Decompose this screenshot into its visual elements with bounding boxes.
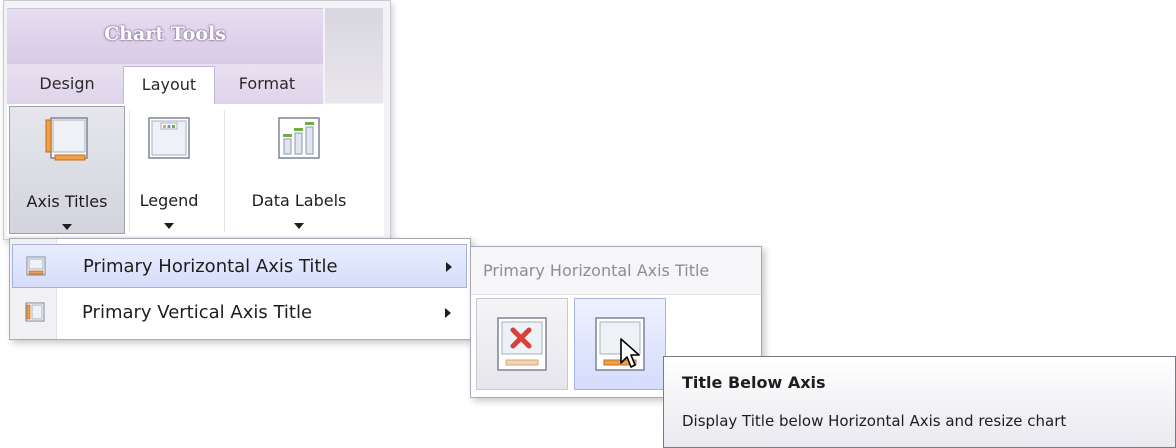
vertical-axis-title-icon (25, 302, 45, 322)
menu-item-label: Primary Horizontal Axis Title (83, 256, 338, 277)
group-separator (129, 110, 130, 232)
tooltip-description: Display Title below Horizontal Axis and … (682, 412, 1067, 430)
chevron-right-icon (446, 262, 452, 272)
tab-format[interactable]: Format (218, 66, 316, 104)
gallery-header: Primary Horizontal Axis Title (471, 247, 761, 295)
menu-item-primary-vertical-axis-title[interactable]: Primary Vertical Axis Title (12, 291, 467, 335)
data-labels-icon (278, 117, 320, 159)
axis-titles-button[interactable]: Axis Titles (9, 106, 125, 234)
gallery-item-title-below-axis[interactable] (574, 298, 666, 390)
data-labels-label: Data Labels (251, 191, 347, 210)
legend-button[interactable]: Legend (131, 106, 207, 234)
data-labels-button[interactable]: Data Labels (230, 106, 368, 234)
chevron-down-icon (62, 224, 72, 230)
axis-titles-dropdown-menu: Primary Horizontal Axis Title Primary Ve… (9, 238, 471, 340)
axis-titles-icon (45, 117, 88, 161)
legend-label: Legend (139, 191, 199, 210)
chevron-right-icon (445, 308, 451, 318)
menu-item-primary-horizontal-axis-title[interactable]: Primary Horizontal Axis Title (12, 244, 467, 288)
mouse-cursor-icon (620, 338, 640, 368)
ribbon-header-background (325, 8, 383, 103)
menu-item-label: Primary Vertical Axis Title (82, 302, 313, 323)
axis-titles-label: Axis Titles (26, 192, 108, 211)
chevron-down-icon (164, 223, 174, 229)
contextual-tab-group-header: Chart Tools (7, 8, 323, 65)
tooltip-title: Title Below Axis (682, 373, 826, 392)
group-separator (224, 110, 225, 232)
legend-icon (148, 117, 190, 159)
gallery-item-none[interactable] (476, 298, 568, 390)
tab-layout[interactable]: Layout (123, 66, 215, 106)
horizontal-axis-title-icon (26, 256, 46, 276)
chevron-down-icon (294, 223, 304, 229)
tab-design[interactable]: Design (18, 66, 116, 104)
tooltip: Title Below Axis Display Title below Hor… (663, 356, 1176, 448)
none-icon (497, 317, 547, 371)
